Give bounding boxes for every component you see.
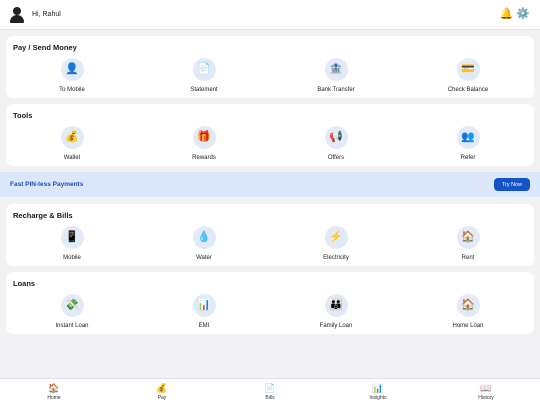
nav-label: Pay [157,394,167,401]
section-title: Recharge & Bills [13,211,73,220]
tile-label: Rewards [192,155,216,161]
money-bag-icon: 💰 [156,382,168,393]
section-title: Tools [13,111,33,120]
tile-family-loan[interactable]: 👪 Family Loan [270,294,402,329]
megaphone-icon: 📢 [324,126,348,149]
lightning-icon: ⚡ [324,226,348,249]
gift-icon: 🎁 [192,126,216,149]
nav-insights[interactable]: 📊 Insights [324,379,432,405]
tile-label: Electricity [323,255,349,261]
tile-rewards[interactable]: 🎁 Rewards [138,126,270,161]
book-icon: 📖 [480,382,492,393]
home-icon: 🏠 [48,382,60,393]
person-icon: 👤 [60,58,84,81]
tile-label: Refer [460,155,476,161]
tile-label: Family Loan [319,323,353,329]
tile-refer[interactable]: 👥 Refer [402,126,534,161]
card-icon: 💳 [456,58,480,81]
family-icon: 👪 [324,294,348,317]
section-title: Loans [13,279,36,288]
promo-banner: Fast PIN-less Payments Try Now [0,172,540,197]
water-drop-icon: 💧 [192,226,216,249]
nav-bills[interactable]: 📄 Bills [216,379,324,405]
tile-check-balance[interactable]: 💳 Check Balance [402,58,534,93]
bell-icon[interactable]: 🔔 [500,9,514,20]
tile-label: Wallet [63,155,81,161]
document-icon: 📄 [264,382,276,393]
tile-label: Mobile [63,255,81,261]
section-loans: Loans 💸 Instant Loan 📊 EMI 👪 Family Loan… [6,272,534,334]
tile-label: EMI [198,323,210,329]
chart-icon: 📊 [192,294,216,317]
tile-to-mobile[interactable]: 👤 To Mobile [6,58,138,93]
greeting-text: Hi, Rahul [32,11,61,18]
tile-water[interactable]: 💧 Water [138,226,270,261]
phone-icon: 📱 [60,226,84,249]
tile-label: To Mobile [59,87,85,93]
tile-label: Instant Loan [55,323,89,329]
tile-label: Bank Transfer [317,87,355,93]
tile-home-loan[interactable]: 🏠 Home Loan [402,294,534,329]
nav-pay[interactable]: 💰 Pay [108,379,216,405]
tile-label: Offers [327,155,345,161]
tile-wallet[interactable]: 💰 Wallet [6,126,138,161]
house-icon: 🏠 [456,294,480,317]
tile-label: Home Loan [452,323,484,329]
tile-label: Rent [461,255,475,261]
tile-label: Check Balance [447,87,489,93]
bank-icon: 🏦 [324,58,348,81]
bottom-nav: 🏠 Home 💰 Pay 📄 Bills 📊 Insights 📖 Histor… [0,378,540,405]
promo-title: Fast PIN-less Payments [10,181,84,188]
tile-bank-transfer[interactable]: 🏦 Bank Transfer [270,58,402,93]
tile-label: Statement [190,87,218,93]
people-icon: 👥 [456,126,480,149]
nav-label: Home [47,394,61,401]
section-recharge-bills: Recharge & Bills 📱 Mobile 💧 Water ⚡ Elec… [6,204,534,266]
top-bar: Hi, Rahul 🔔 ⚙️ [0,0,540,30]
try-now-button[interactable]: Try Now [494,178,530,191]
document-icon: 📄 [192,58,216,81]
tile-instant-loan[interactable]: 💸 Instant Loan [6,294,138,329]
tile-rent[interactable]: 🏠 Rent [402,226,534,261]
section-tools: Tools 💰 Wallet 🎁 Rewards 📢 Offers 👥 Refe… [6,104,534,166]
tile-label: Water [196,255,212,261]
house-icon: 🏠 [456,226,480,249]
nav-label: History [478,394,494,401]
tile-statement[interactable]: 📄 Statement [138,58,270,93]
nav-home[interactable]: 🏠 Home [0,379,108,405]
nav-label: Bills [265,394,275,401]
section-pay-send-money: Pay / Send Money 👤 To Mobile 📄 Statement… [6,36,534,98]
gear-icon[interactable]: ⚙️ [516,9,530,20]
tile-mobile[interactable]: 📱 Mobile [6,226,138,261]
money-bag-icon: 💰 [60,126,84,149]
nav-history[interactable]: 📖 History [432,379,540,405]
section-title: Pay / Send Money [13,43,77,52]
tile-offers[interactable]: 📢 Offers [270,126,402,161]
tile-emi[interactable]: 📊 EMI [138,294,270,329]
money-icon: 💸 [60,294,84,317]
avatar[interactable] [10,6,24,23]
nav-label: Insights [369,394,387,401]
tile-electricity[interactable]: ⚡ Electricity [270,226,402,261]
chart-icon: 📊 [372,382,384,393]
